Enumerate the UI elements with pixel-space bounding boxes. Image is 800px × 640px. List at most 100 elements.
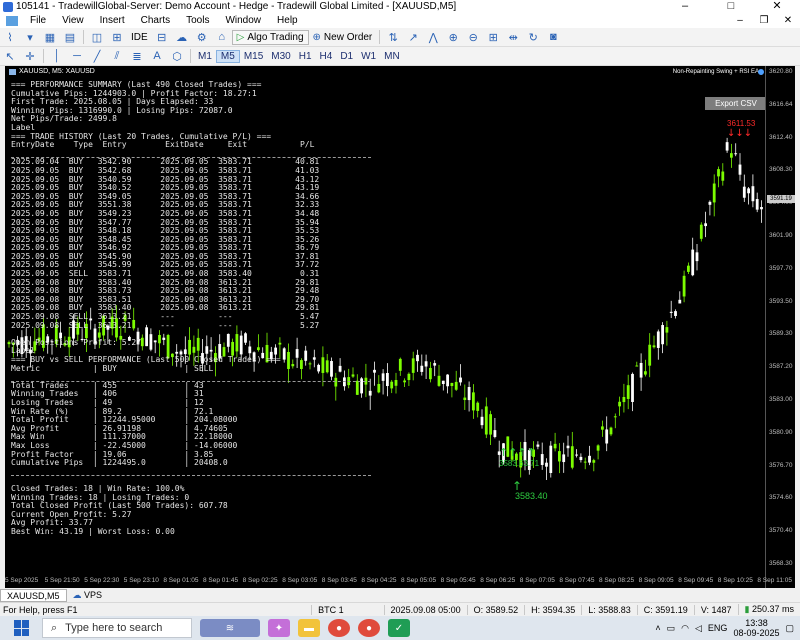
navigator-icon[interactable]: ⊞ [109,30,125,44]
wifi-icon[interactable]: ◠ [681,623,689,634]
windows-start-icon[interactable] [14,620,30,636]
channel-icon[interactable]: ⫽ [109,49,125,63]
chart-period-icon[interactable]: ⇹ [505,30,521,44]
minimize-button[interactable]: – [662,0,708,13]
timeframe-m30[interactable]: M30 [267,51,294,62]
zoom-in-icon[interactable]: ⊕ [445,30,461,44]
network-icon[interactable]: ▭ [667,623,676,634]
candle-body [721,171,725,181]
market-watch-icon[interactable]: ◫ [89,30,105,44]
history-icon[interactable]: ↻ [525,30,541,44]
menu-window[interactable]: Window [217,15,269,26]
vps-icon[interactable]: ⌂ [214,30,230,44]
autoscroll-icon[interactable]: ↗ [405,30,421,44]
export-csv-button[interactable]: Export CSV [705,97,767,110]
time-axis[interactable]: 5 Sep 2025 5 Sep 21:50 5 Sep 22:30 5 Sep 23… [5,575,792,588]
taskbar-search[interactable]: ⌕ Type here to search [42,618,192,638]
candle-body [635,365,639,367]
chart-window[interactable]: 3611.53 ↓↓↓ ↑↑↑↑ 3583.63.71 ↑ 3583.40 XAUUSD,… [5,66,795,588]
profiles-icon[interactable]: ▤ [62,30,78,44]
language-indicator[interactable]: ENG [708,623,728,633]
timeframe-m1[interactable]: M1 [194,51,216,62]
chart-type-icon[interactable]: ⌇ [2,30,18,44]
horizontal-line-icon[interactable]: ─ [69,49,85,63]
time-label: 8 Sep 05:45 [440,577,476,584]
lock-icon[interactable]: ⊟ [154,30,170,44]
chrome-profile-icon[interactable]: ● [358,619,380,637]
candle-body [493,430,497,437]
candle-body [407,373,411,381]
volume-icon[interactable]: ◁ [695,623,702,634]
cloud-icon[interactable]: ☁ [174,30,190,44]
candle-body [631,373,634,402]
tray-chevron-icon[interactable]: ˄ [655,623,660,633]
fibonacci-icon[interactable]: ≣ [129,49,145,63]
timeframe-h1[interactable]: H1 [295,51,316,62]
candle-body [433,363,437,366]
buy-signal-cluster-label: 3583.63.71 [499,459,540,468]
chart-shift-icon[interactable]: ⇅ [385,30,401,44]
screenshot-icon[interactable]: ◙ [545,30,561,44]
candle-body [652,345,656,348]
timeframe-w1[interactable]: W1 [357,51,380,62]
menu-help[interactable]: Help [269,15,306,26]
signals-icon[interactable]: ⚙ [194,30,210,44]
copilot-icon[interactable]: ✦ [268,619,290,637]
candle-body [704,223,707,227]
timeframe-d1[interactable]: D1 [336,51,357,62]
overlay-line: EntryDate Type Entry ExitDate Exit P/L [11,140,315,150]
separator [190,49,191,63]
vertical-line-icon[interactable]: │ [49,49,65,63]
chrome-icon[interactable]: ● [328,619,350,637]
current-price-tag: 3591.19 [767,195,795,203]
ea-status-icon [758,69,764,75]
time-label: 8 Sep 02:25 [242,577,278,584]
timeframe-h4[interactable]: H4 [316,51,337,62]
candle-body [583,461,587,463]
menu-charts[interactable]: Charts [133,15,178,26]
tab-vps[interactable]: ☁ VPS [67,589,109,602]
close-button[interactable]: ✕ [754,0,800,13]
tab-xauusd-m5[interactable]: XAUUSD,M5 [0,588,67,602]
search-placeholder: Type here to search [65,622,163,634]
clock[interactable]: 13:38 08-09-2025 [733,618,779,638]
child-minimize-button[interactable]: – [728,15,752,26]
new-order-button[interactable]: ⊕ New Order [309,30,377,45]
zoom-out-icon[interactable]: ⊖ [465,30,481,44]
ide-button[interactable]: IDE [127,30,152,45]
trendline-icon[interactable]: ╱ [89,49,105,63]
child-restore-button[interactable]: ❐ [752,15,776,26]
ea-name-label: Non-Repainting Swing + RSI EA [672,69,759,75]
file-explorer-icon[interactable]: ▬ [298,619,320,637]
child-close-button[interactable]: ✕ [776,15,800,26]
tile-windows-icon[interactable]: ⊞ [485,30,501,44]
candle-body [682,275,686,297]
menu-file[interactable]: File [22,15,54,26]
new-chart-icon[interactable]: ▦ [42,30,58,44]
timeframe-m5[interactable]: M5 [215,49,240,63]
candle-body [454,381,458,390]
metatrader-icon[interactable]: ✓ [388,619,410,637]
indicator-icon[interactable]: ⋀ [425,30,441,44]
shapes-icon[interactable]: ⬡ [169,49,185,63]
candle-body [751,186,755,202]
chart-menu-icon[interactable] [9,68,16,75]
crosshair-icon[interactable]: ✛ [22,49,38,63]
news-widget-icon[interactable]: ≋ [200,619,260,637]
candle-body [618,401,621,407]
price-axis[interactable]: 3620.803616.643612.403608.303604.003601.… [765,66,795,588]
timeframe-mn[interactable]: MN [380,51,404,62]
candle-body [648,344,652,366]
menu-insert[interactable]: Insert [92,15,133,26]
timeframe-m15[interactable]: M15 [240,51,267,62]
cursor-icon[interactable]: ↖ [2,49,18,63]
candle-body [540,454,544,465]
dropdown-icon[interactable]: ▾ [22,30,38,44]
menu-tools[interactable]: Tools [178,15,217,26]
maximize-button[interactable]: □ [708,0,754,13]
menu-view[interactable]: View [54,15,92,26]
text-tool-icon[interactable]: A [149,49,165,63]
notifications-icon[interactable]: ▢ [785,623,794,634]
algo-trading-button[interactable]: ▷ Algo Trading [231,29,309,45]
time-label: 8 Sep 03:45 [321,577,357,584]
